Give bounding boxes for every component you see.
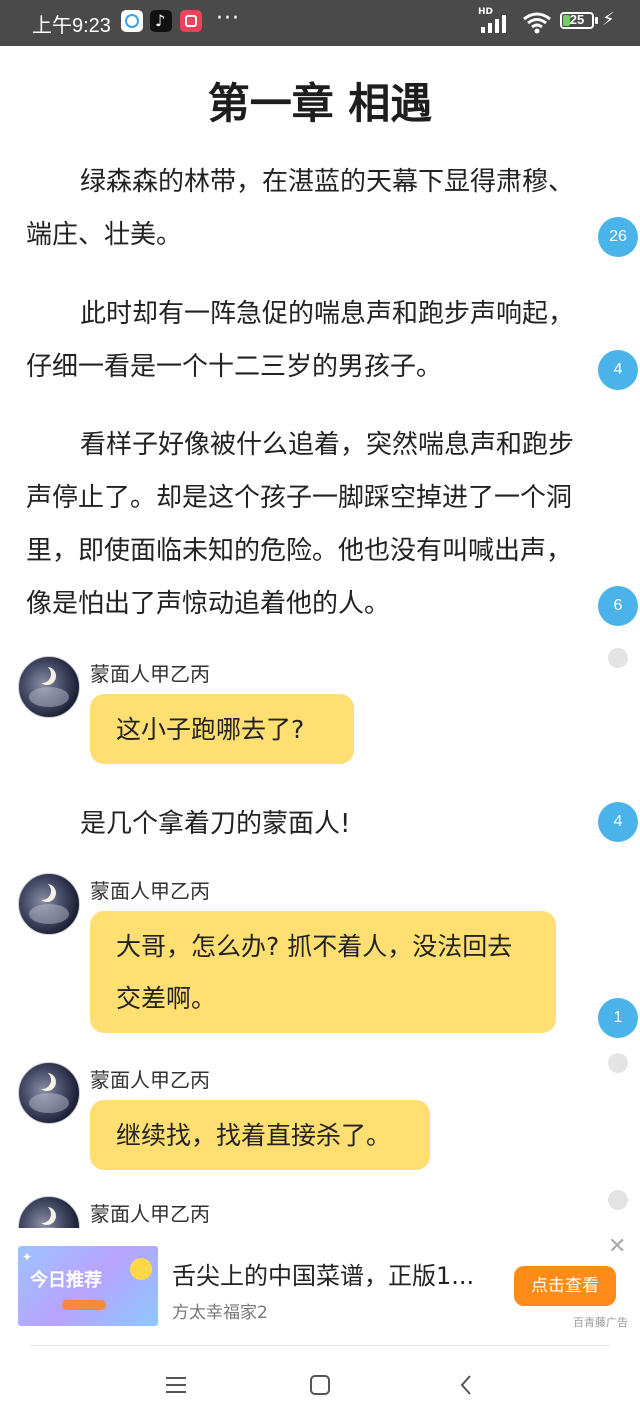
status-time: 上午9:23 (32, 15, 111, 37)
ad-thumb-ball (130, 1258, 152, 1280)
speaker-name: 蒙面人甲乙丙 (90, 1068, 210, 1092)
ad-cta-button[interactable]: 点击查看 (514, 1266, 616, 1306)
back-icon[interactable] (449, 1368, 483, 1402)
speaker-name: 蒙面人甲乙丙 (90, 662, 210, 686)
navigation-bar (0, 1346, 640, 1422)
kuaishou-icon (180, 10, 202, 32)
home-icon[interactable] (303, 1368, 337, 1402)
paragraph: 绿森森的林带，在湛蓝的天幕下显得肃穆、端庄、壮美。 (26, 167, 575, 250)
dialogue-partial: 蒙面人甲乙丙 (0, 1196, 640, 1228)
comment-count-badge[interactable]: 4 (598, 802, 638, 842)
comment-dot[interactable] (608, 648, 628, 668)
dialogue-bubble: 这小子跑哪去了? (90, 694, 354, 764)
tiktok-icon (150, 10, 172, 32)
avatar[interactable] (18, 873, 80, 935)
battery-icon: 25 (560, 12, 594, 29)
wifi-icon (523, 12, 551, 34)
paragraph: 看样子好像被什么追着，突然喘息声和跑步声停止了。却是这个孩子一脚踩空掉进了一个洞… (26, 430, 575, 619)
baidu-netdisk-icon (121, 10, 143, 32)
charging-icon: ⚡ (602, 9, 615, 30)
avatar[interactable] (18, 1196, 80, 1228)
battery-tip (595, 17, 598, 24)
ad-thumbnail[interactable]: ✦ 今日推荐 (18, 1246, 158, 1326)
ad-subtitle: 方太幸福家2 (172, 1303, 268, 1323)
dialogue-bubble: 大哥，怎么办? 抓不着人，没法回去交差啊。 (90, 911, 556, 1033)
ad-title[interactable]: 舌尖上的中国菜谱，正版1... (172, 1256, 474, 1291)
signal-icon (481, 15, 506, 33)
avatar[interactable] (18, 656, 80, 718)
chapter-title: 第一章 相遇 (207, 79, 433, 128)
comment-count-badge[interactable]: 4 (598, 350, 638, 390)
dialogue-bubble: 继续找，找着直接杀了。 (90, 1100, 430, 1170)
battery-text: 25 (569, 12, 585, 27)
ad-source-label: 百青藤广告 (573, 1316, 628, 1329)
narration-line: 是几个拿着刀的蒙面人! (80, 809, 351, 839)
comment-count-badge[interactable]: 1 (598, 998, 638, 1038)
paragraph: 此时却有一阵急促的喘息声和跑步声响起，仔细一看是一个十二三岁的男孩子。 (26, 299, 575, 382)
avatar[interactable] (18, 1062, 80, 1124)
menu-icon[interactable] (159, 1368, 193, 1402)
close-icon[interactable]: ✕ (608, 1234, 626, 1259)
ad-banner[interactable]: ✦ 今日推荐 舌尖上的中国菜谱，正版1... 方太幸福家2 点击查看 ✕ 百青藤… (0, 1228, 640, 1344)
comment-count-badge[interactable]: 6 (598, 586, 638, 626)
ad-thumb-pill (62, 1300, 106, 1310)
more-dots-icon: ··· (216, 6, 240, 31)
ad-thumb-text: 今日推荐 (30, 1270, 102, 1291)
sparkle-icon: ✦ (22, 1250, 33, 1264)
speaker-name: 蒙面人甲乙丙 (90, 879, 210, 903)
comment-count-badge[interactable]: 26 (598, 217, 638, 257)
speaker-name: 蒙面人甲乙丙 (90, 1202, 210, 1226)
comment-dot[interactable] (608, 1053, 628, 1073)
status-bar: 上午9:23 ··· HD 25 ⚡ (0, 0, 640, 46)
